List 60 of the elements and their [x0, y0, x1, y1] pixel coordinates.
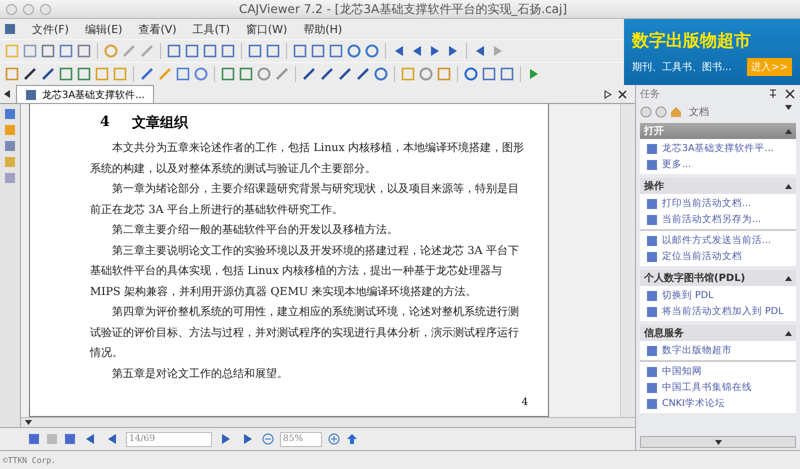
view-dropdown[interactable]: 文档	[685, 105, 796, 119]
section-header[interactable]: 操作	[640, 178, 796, 194]
close-icon[interactable]	[618, 90, 627, 98]
paragraph: 第三章主要说明论文工作的实验环境以及开发环境的搭建过程，论述龙芯 3A 平台下基础软件平台的具体实现，包括 Linux 内核移植的方法，提出一种基于龙芯处理器与 MIPS 架构兼容，并利用开源仿真器 QEMU 来实现本地编译环境搭建的方法。	[90, 242, 520, 300]
pin-icon[interactable]	[767, 88, 779, 100]
page-view-icon[interactable]	[28, 433, 40, 445]
menu-item[interactable]: 查看(V)	[138, 22, 177, 36]
ad-banner[interactable]: 数字出版物超市 期刊、工具书、图书... 进入>>	[624, 19, 800, 85]
zoom-button[interactable]	[40, 4, 51, 14]
task-link[interactable]: 龙芯3A基础支撑软件平...	[646, 141, 790, 156]
scroll-right-icon[interactable]	[604, 90, 612, 98]
page-view-icon[interactable]	[64, 433, 76, 445]
page-field[interactable]: 14/69	[126, 432, 212, 446]
collapse-icon[interactable]	[785, 184, 792, 188]
section-header[interactable]: 信息服务	[640, 325, 796, 341]
menu-item[interactable]: 帮助(H)	[303, 22, 342, 36]
zoom-field[interactable]: 85%	[280, 432, 322, 446]
caret-icon	[785, 105, 792, 110]
task-link[interactable]: 定位当前活动文档	[646, 249, 790, 264]
task-link[interactable]: 将当前活动文档加入到 PDL	[646, 304, 790, 319]
circle-icon[interactable]	[193, 66, 209, 82]
menu-item[interactable]: 文件(F)	[32, 22, 69, 36]
zoom-in-icon[interactable]	[328, 433, 340, 445]
vertical-scrollbar[interactable]	[620, 104, 635, 417]
menu-item[interactable]: 窗口(W)	[246, 22, 288, 36]
ad-subtitle: 期刊、工具书、图书...	[632, 60, 732, 74]
task-link[interactable]: 中国知网	[646, 364, 790, 379]
page-number: 4	[522, 397, 528, 408]
section-heading: 4 文章组织	[100, 114, 190, 132]
panel-title: 任务	[640, 88, 660, 101]
task-link[interactable]: 当前活动文档另存为...	[646, 212, 790, 227]
ad-title: 数字出版物超市	[632, 30, 752, 52]
document-tab[interactable]: 龙芯3A基础支撑软件...	[16, 85, 154, 103]
task-link[interactable]: 更多...	[646, 157, 790, 172]
task-link[interactable]: 中国工具书集锦在线	[646, 380, 790, 395]
paragraph: 第一章为绪论部分，主要介绍课题研究背景与研究现状，以及项目来源等，特别是目前正在龙芯 3A 平台上所进行的基础软件研究工作。	[90, 181, 520, 218]
up-arrow-icon[interactable]	[346, 433, 358, 445]
minimize-button[interactable]	[23, 4, 34, 14]
section-header[interactable]: 个人数字图书馆(PDL)	[640, 270, 796, 286]
horizontal-scrollbar[interactable]	[21, 417, 635, 427]
menu-item[interactable]: 编辑(E)	[84, 22, 122, 36]
zoom-out-icon[interactable]	[262, 433, 274, 445]
collapse-icon[interactable]	[785, 330, 792, 336]
task-link[interactable]: CNKI学术论坛	[646, 396, 790, 411]
task-link[interactable]: 以邮件方式发送当前活...	[646, 233, 790, 248]
paragraph: 第四章为评价整机系统的可用性，建立相应的系统测试环境，论述对整机系统进行测试验证的评价目标、方法与过程，并对测试程序的实现进行具体分析，演示测试程序运行情况。	[90, 304, 520, 361]
collapse-icon[interactable]	[785, 128, 792, 134]
task-link[interactable]: 打印当前活动文档...	[646, 196, 790, 211]
paragraph: 本文共分为五章来论述作者的工作，包括 Linux 内核移植，本地编译环境搭建，图形系统的构建，以及对整体系统的测试与验证几个主要部分。	[90, 140, 526, 176]
menu-item[interactable]: 工具(T)	[192, 22, 230, 36]
caret-icon[interactable]	[714, 440, 722, 444]
rectangle-icon[interactable]	[175, 66, 191, 82]
task-link[interactable]: 切换到 PDL	[646, 288, 790, 303]
window-title: CAJViewer 7.2 - [龙芯3A基础支撑软件平台的实现_石扬.caj]	[238, 0, 568, 18]
close-icon[interactable]	[784, 88, 796, 100]
paragraph: 第二章主要介绍一般的基础软件平台的开发以及移植方法。	[111, 222, 399, 238]
paragraph: 第五章是对论文工作的总结和展望。	[111, 366, 289, 382]
collapse-icon[interactable]	[785, 276, 792, 280]
close-button[interactable]	[6, 4, 17, 14]
status-bar: ©TTKN Corp.	[0, 450, 800, 469]
